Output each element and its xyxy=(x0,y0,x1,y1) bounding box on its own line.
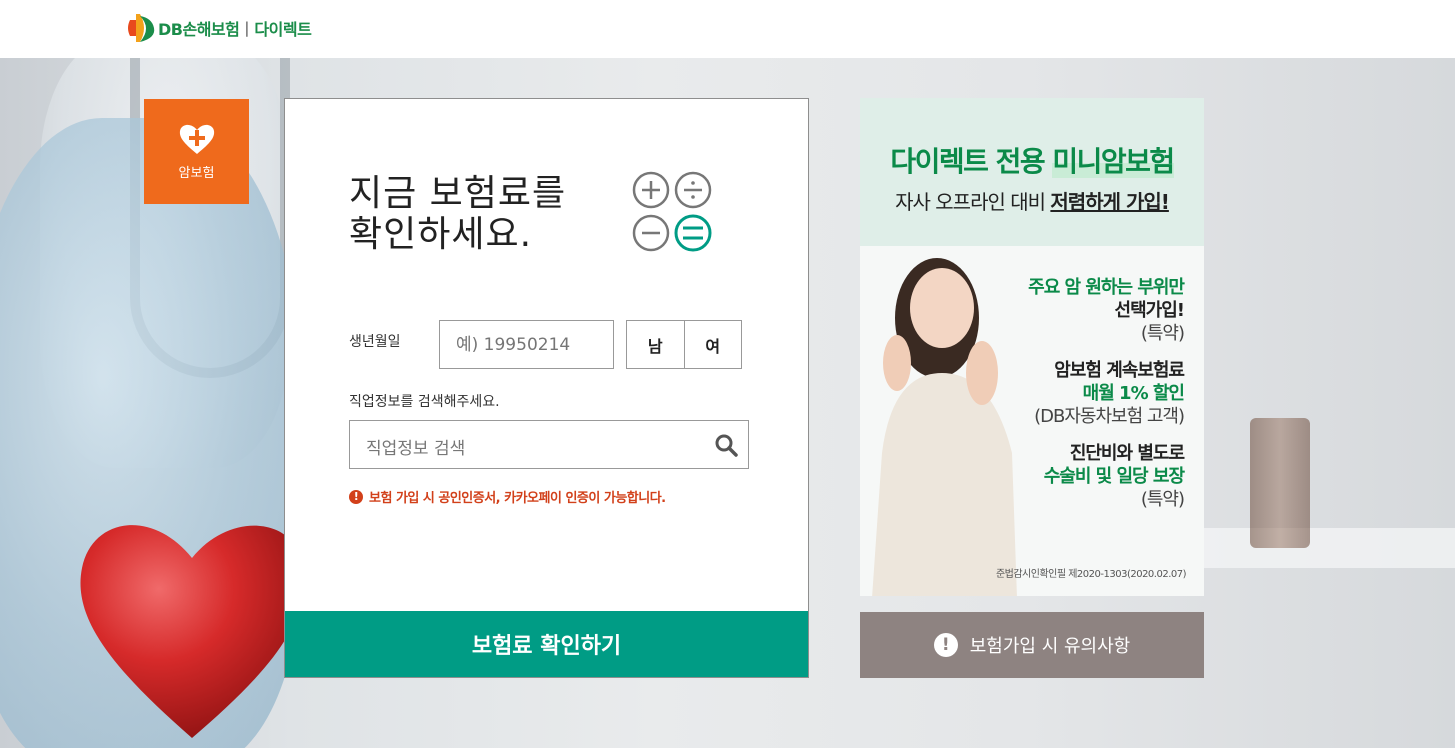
db-logo[interactable]: DB손해보험 | 다이렉트 xyxy=(126,10,312,46)
benefit-1-note: (특약) xyxy=(1140,323,1185,344)
benefit-item: 진단비와 별도로 수술비 및 일당 보장 (특약) xyxy=(1004,442,1185,511)
insurance-caution-button[interactable]: ! 보험가입 시 유의사항 xyxy=(860,612,1204,678)
banner-sub-part2: 저렴하게 가입! xyxy=(1050,190,1169,214)
banner-benefits: 주요 암 원하는 부위만 선택가입! (특약) 암보험 계속보험료 매월 1% … xyxy=(1004,276,1185,525)
quote-form-card: 지금 보험료를 확인하세요. 생년월일 남 여 직업정보를 검색해주세요. 직업… xyxy=(284,98,809,678)
gender-female-button[interactable]: 여 xyxy=(683,321,741,368)
benefit-2-title: 암보험 계속보험료 xyxy=(1054,360,1185,381)
heart-plus-icon xyxy=(179,124,214,154)
gender-toggle: 남 여 xyxy=(626,320,742,369)
info-icon: ! xyxy=(349,489,363,504)
bottle-image xyxy=(1250,418,1310,548)
site-header: DB손해보험 | 다이렉트 xyxy=(0,0,1455,58)
auth-notice-text: 보험 가입 시 공인인증서, 카카오페이 인증이 가능합니다. xyxy=(369,491,666,506)
logo-text: DB손해보험 xyxy=(158,20,240,39)
banner-sub-part1: 자사 오프라인 대비 xyxy=(895,190,1051,214)
calculator-symbols-icon xyxy=(632,171,712,252)
auth-notice: ! 보험 가입 시 공인인증서, 카카오페이 인증이 가능합니다. xyxy=(349,487,666,506)
gender-male-button[interactable]: 남 xyxy=(627,321,684,368)
benefit-3-subtitle: 수술비 및 일당 보장 xyxy=(1043,466,1185,487)
banner-headline: 다이렉트 전용 미니암보험 xyxy=(860,140,1204,180)
benefit-1-subtitle: 선택가입! xyxy=(1114,300,1185,321)
red-heart-image xyxy=(80,525,305,738)
shelf-image xyxy=(1180,528,1455,568)
model-person-image xyxy=(872,258,1017,596)
job-search-placeholder: 직업정보 검색 xyxy=(366,439,466,459)
benefit-item: 주요 암 원하는 부위만 선택가입! (특약) xyxy=(1004,276,1185,345)
search-icon[interactable] xyxy=(714,433,738,457)
benefit-1-title: 주요 암 원하는 부위만 xyxy=(1028,277,1185,298)
db-logo-icon xyxy=(128,14,155,42)
caution-label: 보험가입 시 유의사항 xyxy=(969,636,1131,657)
birthdate-input[interactable] xyxy=(439,320,614,369)
form-title-line2: 확인하세요. xyxy=(349,214,533,255)
job-label: 직업정보를 검색해주세요. xyxy=(349,394,500,410)
form-title-line1: 지금 보험료를 xyxy=(349,173,567,214)
benefit-2-subtitle: 매월 1% 할인 xyxy=(1082,383,1185,404)
benefit-3-note: (특약) xyxy=(1140,489,1185,510)
job-search-field[interactable]: 직업정보 검색 xyxy=(349,420,749,469)
birthdate-label: 생년월일 xyxy=(349,334,401,350)
exclamation-icon: ! xyxy=(933,633,958,657)
check-premium-button[interactable]: 보험료 확인하기 xyxy=(285,611,808,677)
compliance-text: 준법감시인확인필 제2020-1303(2020.02.07) xyxy=(995,569,1187,580)
benefit-2-note: (DB자동차보험 고객) xyxy=(1034,406,1185,427)
logo-subtitle: 다이렉트 xyxy=(254,20,312,39)
promo-banner[interactable]: 다이렉트 전용 미니암보험 자사 오프라인 대비 저렴하게 가입! 주요 암 원… xyxy=(860,98,1204,596)
logo-separator: | xyxy=(244,19,250,37)
benefit-item: 암보험 계속보험료 매월 1% 할인 (DB자동차보험 고객) xyxy=(1004,359,1185,428)
form-title: 지금 보험료를 확인하세요. xyxy=(349,173,566,255)
banner-subheadline: 자사 오프라인 대비 저렴하게 가입! xyxy=(860,186,1204,215)
banner-headline-part1: 다이렉트 전용 xyxy=(890,145,1053,178)
product-tab-label: 암보험 xyxy=(178,166,215,181)
banner-headline-part2: 미니암보험 xyxy=(1052,145,1175,178)
product-tab-cancer[interactable]: 암보험 xyxy=(144,99,249,204)
benefit-3-title: 진단비와 별도로 xyxy=(1069,443,1185,464)
